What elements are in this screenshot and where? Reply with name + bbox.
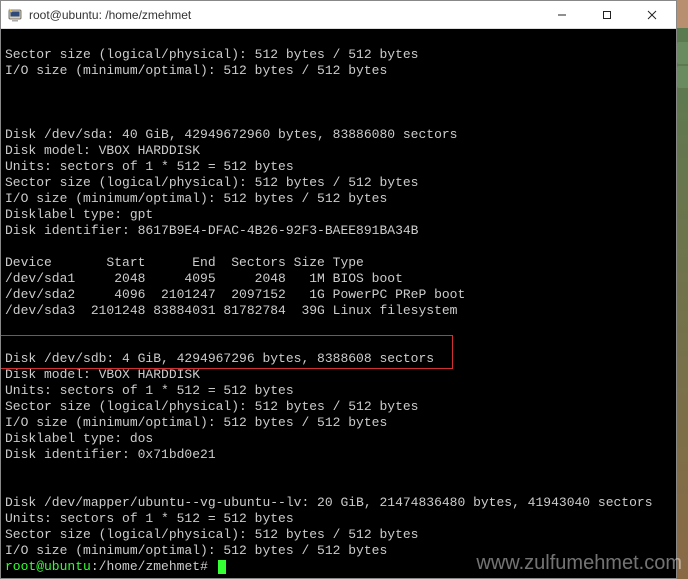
output-line: Disk identifier: 0x71bd0e21 — [5, 447, 216, 462]
prompt-path: /home/zmehmet — [99, 559, 200, 574]
output-line: /dev/sda2 4096 2101247 2097152 1G PowerP… — [5, 287, 465, 302]
output-line: I/O size (minimum/optimal): 512 bytes / … — [5, 415, 387, 430]
output-line: Disklabel type: gpt — [5, 207, 153, 222]
output-line: Disk /dev/mapper/ubuntu--vg-ubuntu--lv: … — [5, 495, 653, 510]
terminal-window: root@ubuntu: /home/zmehmet Sector size (… — [0, 0, 677, 579]
output-line: Units: sectors of 1 * 512 = 512 bytes — [5, 511, 294, 526]
close-button[interactable] — [629, 1, 674, 28]
output-line: Sector size (logical/physical): 512 byte… — [5, 175, 418, 190]
titlebar[interactable]: root@ubuntu: /home/zmehmet — [1, 1, 676, 29]
output-line: Disk model: VBOX HARDDISK — [5, 367, 200, 382]
output-line: Units: sectors of 1 * 512 = 512 bytes — [5, 159, 294, 174]
putty-icon — [7, 7, 23, 23]
output-line: Disk identifier: 8617B9E4-DFAC-4B26-92F3… — [5, 223, 418, 238]
terminal-output[interactable]: Sector size (logical/physical): 512 byte… — [1, 29, 676, 578]
prompt-line[interactable]: root@ubuntu:/home/zmehmet# — [5, 559, 226, 574]
edge-decoration — [677, 42, 688, 64]
cursor-block — [218, 560, 226, 574]
output-line: /dev/sda3 2101248 83884031 81782784 39G … — [5, 303, 457, 318]
output-line: Sector size (logical/physical): 512 byte… — [5, 527, 418, 542]
output-line: I/O size (minimum/optimal): 512 bytes / … — [5, 543, 387, 558]
output-line: Disklabel type: dos — [5, 431, 153, 446]
window-controls — [539, 1, 674, 28]
output-line: Disk /dev/sda: 40 GiB, 42949672960 bytes… — [5, 127, 457, 142]
output-line: Sector size (logical/physical): 512 byte… — [5, 399, 418, 414]
maximize-button[interactable] — [584, 1, 629, 28]
edge-decoration — [677, 66, 688, 88]
output-line: Sector size (logical/physical): 512 byte… — [5, 47, 418, 62]
prompt-symbol: # — [200, 559, 208, 574]
output-line: I/O size (minimum/optimal): 512 bytes / … — [5, 191, 387, 206]
prompt-user-host: root@ubuntu — [5, 559, 91, 574]
window-title: root@ubuntu: /home/zmehmet — [29, 8, 539, 22]
desktop-background-edge — [677, 28, 688, 579]
output-line: Units: sectors of 1 * 512 = 512 bytes — [5, 383, 294, 398]
output-line: Device Start End Sectors Size Type — [5, 255, 364, 270]
minimize-button[interactable] — [539, 1, 584, 28]
output-line: I/O size (minimum/optimal): 512 bytes / … — [5, 63, 387, 78]
output-line: Disk /dev/sdb: 4 GiB, 4294967296 bytes, … — [5, 351, 434, 366]
output-line: Disk model: VBOX HARDDISK — [5, 143, 200, 158]
output-line: /dev/sda1 2048 4095 2048 1M BIOS boot — [5, 271, 403, 286]
